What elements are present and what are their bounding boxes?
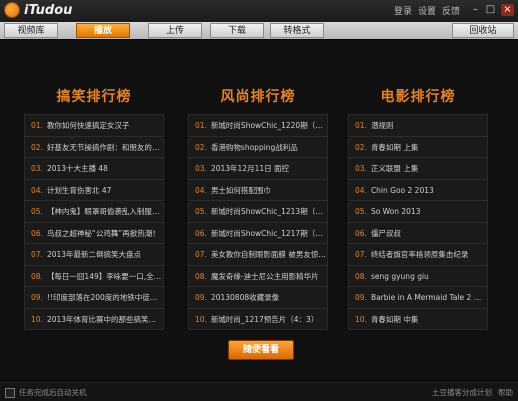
list-item[interactable]: 08. seng gyung giu [349,266,487,287]
fashion-ranking-list: 01. 新城时尚ShowChic_1220期（完整 02. 香港购物shopping… [188,114,328,330]
maximize-button[interactable]: □ [484,4,497,16]
list-item[interactable]: 07. 终结者旗官率格领原集击纪录 [349,244,487,266]
close-button[interactable]: × [501,4,514,16]
app-name: iTudou [24,2,73,18]
minimize-button[interactable]: – [469,4,482,16]
feedback-link[interactable]: 反馈 [442,4,460,17]
auto-shutdown-label: 任务完成后自动关机 [19,388,87,397]
funny-ranking-title: 搞笑排行榜 [56,89,132,105]
list-item[interactable]: 10. 青春如期 中集 [349,309,487,331]
settings-link[interactable]: 设置 [418,4,436,17]
list-item[interactable]: 01. 新城时尚ShowChic_1220期（完整 [189,115,327,137]
list-item[interactable]: 07.美女教你自制眼影面膜 被男友惊呆了！ [189,244,327,266]
podcast-plan-link[interactable]: 土豆播客分成计划 [432,387,492,398]
list-item[interactable]: 06. 僵尸叔叔 [349,223,487,244]
movie-ranking-title: 电影排行榜 [380,89,456,105]
list-item[interactable]: 02. 青春如期 上集 [349,137,487,158]
recycle-bin-button[interactable]: 回收站 [452,23,514,38]
list-item[interactable]: 03. 正义联盟 上集 [349,158,487,180]
list-item[interactable]: 04. 计划生育伤害北 47 [25,180,163,201]
tudou-logo-icon [4,2,20,18]
fashion-ranking-title: 风尚排行榜 [220,89,296,105]
status-bar: 任务完成后自动关机 土豆播客分成计划 帮助 [0,382,518,401]
tab-video-library[interactable]: 视频库 [4,23,58,38]
title-bar: iTudou 登录 设置 反馈 – □ × [0,0,518,22]
funny-ranking-list: 01.教你如何快速搞定女汉子 02.好基友无节操搞作剧：和朋友的母亲搭讪 03.… [24,114,164,330]
list-item[interactable]: 07. 2013年最新二倒搞笑大盘点 [25,244,163,266]
main-nav: 视频库 播放 上传 下载 转格式 回收站 [0,22,518,40]
auto-shutdown-option[interactable]: 任务完成后自动关机 [5,387,87,398]
list-item[interactable]: 04. 男士如何搭配围巾 [189,180,327,201]
list-item[interactable]: 02. 香港购物shopping战利品 [189,137,327,158]
random-watch-button[interactable]: 随便看看 [228,340,294,360]
list-item[interactable]: 06. 新城时尚ShowChic_1217期（完整 [189,223,327,244]
list-item[interactable]: 05. 【神内鬼】眼罩哥偷袭乱入制服美女惊 [25,201,163,223]
auto-shutdown-checkbox[interactable] [5,387,15,398]
login-link[interactable]: 登录 [394,4,412,17]
tab-convert[interactable]: 转格式 [270,23,324,38]
list-item[interactable]: 09. !!印度部落在200度的地铁中徒手抓鱼 [25,287,163,309]
list-item[interactable]: 08. 魔发奇缘-迪士尼公主用影精华片 [189,266,327,287]
list-item[interactable]: 09. 20130808收藏录像 [189,287,327,309]
list-item[interactable]: 01. 教你如何快速搞定女汉子 [25,115,163,137]
help-link[interactable]: 帮助 [498,387,513,398]
header-links: 登录 设置 反馈 [394,4,460,17]
tab-upload[interactable]: 上传 [148,23,202,38]
list-item[interactable]: 04. Chin Goo 2 2013 [349,180,487,201]
status-links: 土豆播客分成计划 帮助 [432,387,513,398]
list-item[interactable]: 05. So Won 2013 [349,201,487,223]
list-item[interactable]: 01. 潜规则 [349,115,487,137]
app-logo: iTudou [4,2,72,18]
list-item[interactable]: 08.【每日一囧149】李咏要一口,全部都拿 [25,266,163,287]
movie-ranking-list: 01. 潜规则 02. 青春如期 上集 03. 正义联盟 上集 04. Chin Goo… [348,114,488,330]
list-item[interactable]: 10. 2013年体育比赛中的那些搞笑瞬间 [25,309,163,331]
list-item[interactable]: 09. Barbie in A Mermaid Tale 2 Movie [349,287,487,309]
list-item[interactable]: 06. 鸟叔之超神秘“公鸡舞”再掀热潮！ [25,223,163,244]
list-item[interactable]: 05. 新城时尚ShowChic_1213期（完整 [189,201,327,223]
list-item[interactable]: 10. 新城时尚_1217预告片（4：3） [189,309,327,331]
list-item[interactable]: 03. 2013年12月11日 面控 [189,158,327,180]
list-item[interactable]: 02.好基友无节操搞作剧：和朋友的母亲搭讪 [25,137,163,158]
list-item[interactable]: 03. 2013十大主播 48 [25,158,163,180]
tab-play[interactable]: 播放 [76,23,130,38]
tab-download[interactable]: 下载 [210,23,264,38]
